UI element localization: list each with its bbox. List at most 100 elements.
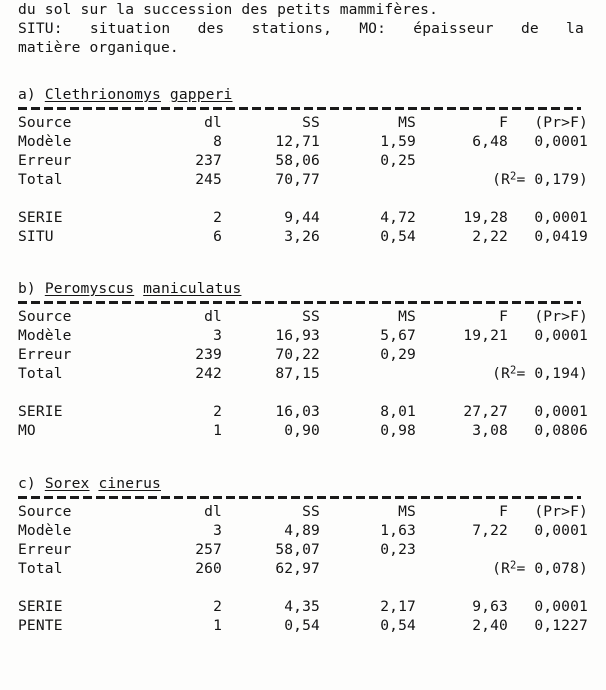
intro-line-2-word: des xyxy=(197,20,225,37)
row-ms: 0,23 xyxy=(380,541,416,558)
col-header-ms: MS xyxy=(398,114,416,131)
col-header-ss: SS xyxy=(302,308,320,325)
row-f: 19,21 xyxy=(463,327,508,344)
row-ss: 4,35 xyxy=(284,598,320,615)
row-f: 27,27 xyxy=(463,403,508,420)
r-squared-value: (R2= 0,194) xyxy=(320,364,588,383)
row-f: 2,22 xyxy=(472,228,508,245)
row-source: SERIE xyxy=(18,403,63,420)
r-squared-suffix: = 0,078) xyxy=(516,560,588,577)
row-ss: 12,71 xyxy=(275,133,320,150)
r-squared-suffix: = 0,194) xyxy=(516,365,588,382)
row-ss: 0,54 xyxy=(284,617,320,634)
row-dl: 2 xyxy=(213,209,222,226)
document-page: du sol sur la succession des petits mamm… xyxy=(0,0,606,690)
row-f: 7,22 xyxy=(472,522,508,539)
col-header-pr: (Pr>F) xyxy=(534,114,588,131)
col-header-pr: (Pr>F) xyxy=(534,308,588,325)
section-c-separator xyxy=(18,496,581,499)
row-ms: 0,25 xyxy=(380,152,416,169)
row-ss: 4,89 xyxy=(284,522,320,539)
row-pr xyxy=(508,345,588,364)
anova-table-c: Source dl SS MS F (Pr>F) Modèle 3 4,89 1… xyxy=(18,502,588,635)
table-row: Erreur 239 70,22 0,29 xyxy=(18,345,588,364)
row-f: 2,40 xyxy=(472,617,508,634)
table-header-row: Source dl SS MS F (Pr>F) xyxy=(18,113,588,132)
intro-paragraph: du sol sur la succession des petits mamm… xyxy=(18,0,584,57)
row-dl: 2 xyxy=(213,403,222,420)
col-header-pr: (Pr>F) xyxy=(534,503,588,520)
col-header-ms: MS xyxy=(398,503,416,520)
intro-line-2: SITU: situation des stations, MO: épaiss… xyxy=(18,19,584,38)
row-f: 3,08 xyxy=(472,422,508,439)
col-header-source: Source xyxy=(18,503,72,520)
table-row: Modèle 3 4,89 1,63 7,22 0,0001 xyxy=(18,521,588,540)
r-squared-value: (R2= 0,179) xyxy=(320,170,588,189)
col-header-source: Source xyxy=(18,114,72,131)
section-a-species: gapperi xyxy=(169,86,233,103)
section-c-marker: c) xyxy=(18,475,36,492)
row-dl: 8 xyxy=(213,133,222,150)
intro-line-1: du sol sur la succession des petits mamm… xyxy=(18,1,439,18)
row-dl: 6 xyxy=(213,228,222,245)
row-pr: 0,0806 xyxy=(534,422,588,439)
section-c-title: c) Sorex cinerus xyxy=(18,474,588,495)
col-header-ms: MS xyxy=(398,308,416,325)
anova-section-a: a) Clethrionomys gapperi Source dl SS MS… xyxy=(18,85,588,246)
table-header-row: Source dl SS MS F (Pr>F) xyxy=(18,307,588,326)
intro-line-2-word: épaisseur xyxy=(413,20,494,37)
row-ms: 0,54 xyxy=(380,228,416,245)
section-b-genus: Peromyscus xyxy=(44,280,135,297)
row-ss: 58,07 xyxy=(275,541,320,558)
row-source: PENTE xyxy=(18,617,63,634)
row-source: SITU xyxy=(18,228,54,245)
row-dl: 257 xyxy=(195,541,222,558)
row-ms: 4,72 xyxy=(380,209,416,226)
intro-line-2-word: stations, xyxy=(251,20,333,37)
row-source: SERIE xyxy=(18,209,63,226)
row-dl: 1 xyxy=(213,617,222,634)
row-ms: 1,63 xyxy=(380,522,416,539)
row-pr: 0,0001 xyxy=(534,209,588,226)
table-header-row: Source dl SS MS F (Pr>F) xyxy=(18,502,588,521)
row-ss: 0,90 xyxy=(284,422,320,439)
row-ss: 3,26 xyxy=(284,228,320,245)
row-ms: 0,29 xyxy=(380,346,416,363)
row-f: 19,28 xyxy=(463,209,508,226)
r-squared-value: (R2= 0,078) xyxy=(320,559,588,578)
section-b-separator xyxy=(18,301,581,304)
row-dl: 2 xyxy=(213,598,222,615)
row-source: MO xyxy=(18,422,36,439)
row-ms: 5,67 xyxy=(380,327,416,344)
anova-table-a: Source dl SS MS F (Pr>F) Modèle 8 12,71 … xyxy=(18,113,588,246)
row-source: Modèle xyxy=(18,327,72,344)
r-squared-prefix: (R xyxy=(492,171,511,188)
col-header-dl: dl xyxy=(204,114,222,131)
row-source: Total xyxy=(18,560,63,577)
row-dl: 242 xyxy=(195,365,222,382)
anova-table-b: Source dl SS MS F (Pr>F) Modèle 3 16,93 … xyxy=(18,307,588,440)
row-pr: 0,1227 xyxy=(534,617,588,634)
section-a-title: a) Clethrionomys gapperi xyxy=(18,85,588,106)
table-spacer-row xyxy=(18,383,588,402)
row-f xyxy=(416,345,508,364)
section-b-marker: b) xyxy=(18,280,36,297)
row-ms: 0,98 xyxy=(380,422,416,439)
row-pr xyxy=(508,540,588,559)
row-f: 6,48 xyxy=(472,133,508,150)
intro-line-2-word: SITU: xyxy=(18,20,63,37)
anova-section-c: c) Sorex cinerus Source dl SS MS F (Pr>F… xyxy=(18,474,588,635)
table-row: Total 242 87,15 (R2= 0,194) xyxy=(18,364,588,383)
col-header-ss: SS xyxy=(302,114,320,131)
row-f: 9,63 xyxy=(472,598,508,615)
section-a-genus: Clethrionomys xyxy=(44,86,161,103)
table-row: SERIE 2 16,03 8,01 27,27 0,0001 xyxy=(18,402,588,421)
table-row: Modèle 8 12,71 1,59 6,48 0,0001 xyxy=(18,132,588,151)
anova-section-b: b) Peromyscus maniculatus Source dl SS M… xyxy=(18,279,588,440)
row-f xyxy=(416,151,508,170)
table-row: Total 260 62,97 (R2= 0,078) xyxy=(18,559,588,578)
section-b-species: maniculatus xyxy=(143,280,242,297)
row-ss: 70,77 xyxy=(275,171,320,188)
col-header-source: Source xyxy=(18,308,72,325)
table-row: PENTE 1 0,54 0,54 2,40 0,1227 xyxy=(18,616,588,635)
